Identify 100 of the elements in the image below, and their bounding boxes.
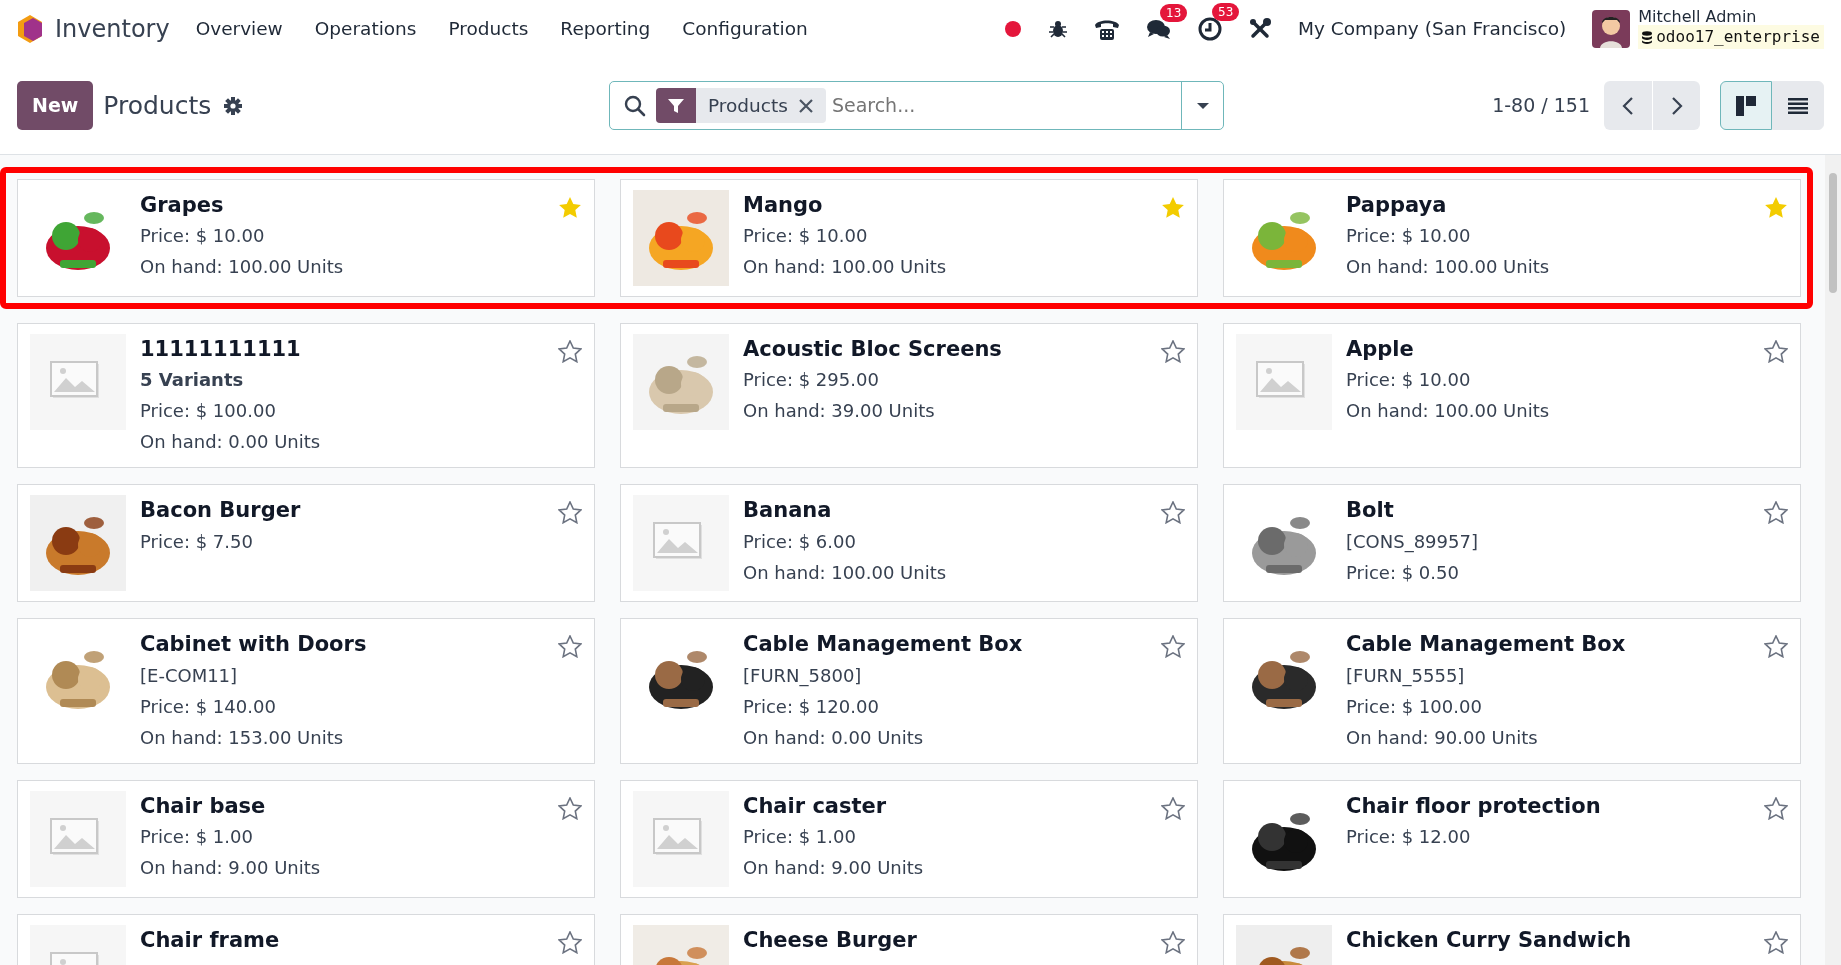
star-icon[interactable] xyxy=(1161,501,1185,525)
avatar[interactable] xyxy=(1592,9,1631,48)
star-icon[interactable] xyxy=(1161,930,1185,954)
filter-facet[interactable]: Products xyxy=(656,88,826,123)
star-icon[interactable] xyxy=(1764,930,1788,954)
product-detail: Price: $ 10.00 xyxy=(743,224,869,249)
product-detail: On hand: 100.00 Units xyxy=(1346,255,1551,280)
pager-value[interactable]: 1-80 / 151 xyxy=(1492,91,1590,120)
star-icon[interactable] xyxy=(558,796,582,820)
star-icon[interactable] xyxy=(558,635,582,659)
user-name[interactable]: Mitchell Admin xyxy=(1638,7,1824,26)
product-detail: On hand: 39.00 Units xyxy=(743,399,936,424)
menu-item[interactable]: Reporting xyxy=(560,14,651,43)
star-filled-icon[interactable] xyxy=(558,196,582,219)
product-name: Chicken Curry Sandwich xyxy=(1346,926,1632,954)
product-detail: On hand: 100.00 Units xyxy=(743,255,948,280)
star-icon[interactable] xyxy=(1764,635,1788,659)
product-name: Cable Management Box xyxy=(743,631,1023,659)
product-name: Apple xyxy=(1346,336,1414,363)
product-detail: Price: $ 295.00 xyxy=(743,368,880,393)
menu-item[interactable]: Overview xyxy=(195,14,283,43)
product-detail: Price: $ 100.00 xyxy=(1346,694,1483,719)
search-icon[interactable] xyxy=(624,94,646,117)
scrollbar[interactable] xyxy=(1825,155,1841,965)
product-card[interactable]: Bacon Burger Price: $ 7.50 xyxy=(17,484,595,603)
star-icon[interactable] xyxy=(1161,635,1185,659)
product-name: Mango xyxy=(743,192,823,219)
product-detail: On hand: 100.00 Units xyxy=(743,560,948,585)
product-detail: Price: $ 100.00 xyxy=(140,399,277,424)
app-name[interactable]: Inventory xyxy=(55,10,170,47)
close-icon[interactable] xyxy=(797,97,814,114)
product-name: Acoustic Bloc Screens xyxy=(743,336,1002,363)
product-detail: On hand: 0.00 Units xyxy=(140,430,322,455)
settings-icon[interactable] xyxy=(223,95,244,116)
menu-item[interactable]: Operations xyxy=(314,14,417,43)
product-card[interactable]: Cabinet with Doors [E-COM11] Price: $ 140.00 On hand: 153.00 Units xyxy=(17,618,595,764)
product-detail: Price: $ 1.00 xyxy=(743,825,857,850)
next-button[interactable] xyxy=(1652,81,1700,130)
product-card[interactable]: Cable Management Box [FURN_5555] Price: $ 100.00 On hand: 90.00 Units xyxy=(1223,618,1801,764)
record-dot-icon[interactable] xyxy=(1004,19,1022,38)
company-switcher[interactable]: My Company (San Francisco) xyxy=(1298,14,1567,43)
bug-icon[interactable] xyxy=(1048,18,1068,39)
product-card[interactable]: Chair frame xyxy=(17,913,595,965)
menu-item[interactable]: Configuration xyxy=(682,14,808,43)
product-name: Banana xyxy=(743,497,832,525)
product-detail: [FURN_5555] xyxy=(1346,663,1466,689)
star-icon[interactable] xyxy=(558,340,582,363)
product-name: Bacon Burger xyxy=(140,497,301,525)
product-detail: On hand: 0.00 Units xyxy=(743,725,925,750)
menu-item[interactable]: Products xyxy=(448,14,529,43)
product-card[interactable]: Chair caster Price: $ 1.00 On hand: 9.00 Units xyxy=(620,779,1198,898)
product-name: Chair frame xyxy=(140,926,280,954)
kanban-view-button[interactable] xyxy=(1720,81,1772,130)
count-badge: 53 xyxy=(1212,2,1240,21)
product-card[interactable]: Cable Management Box [FURN_5800] Price: $ 120.00 On hand: 0.00 Units xyxy=(620,618,1198,764)
star-icon[interactable] xyxy=(1161,340,1185,363)
search-field[interactable]: Products Search... xyxy=(609,81,1224,130)
tools-icon[interactable] xyxy=(1248,16,1272,41)
star-icon[interactable] xyxy=(1161,796,1185,820)
caret-icon xyxy=(1195,101,1210,110)
app-logo-icon[interactable] xyxy=(17,13,43,44)
product-detail: Price: $ 10.00 xyxy=(1346,368,1472,393)
chevron-right-icon xyxy=(1670,95,1683,116)
star-icon[interactable] xyxy=(558,930,582,954)
new-button[interactable]: New xyxy=(17,81,94,130)
product-detail: [CONS_89957] xyxy=(1346,529,1479,555)
product-card[interactable]: Grapes Price: $ 10.00 On hand: 100.00 Units xyxy=(17,179,595,297)
star-filled-icon[interactable] xyxy=(1161,196,1185,219)
database-icon xyxy=(1642,30,1653,44)
clock-icon[interactable] xyxy=(1198,16,1222,41)
star-icon[interactable] xyxy=(1764,340,1788,363)
product-card[interactable]: Apple Price: $ 10.00 On hand: 100.00 Units xyxy=(1223,323,1801,469)
product-card[interactable]: 11111111111 5 Variants Price: $ 100.00 On hand: 0.00 Units xyxy=(17,323,595,469)
product-detail: [E-COM11] xyxy=(140,663,239,688)
star-filled-icon[interactable] xyxy=(1764,196,1788,219)
product-detail: On hand: 9.00 Units xyxy=(743,856,925,881)
product-card[interactable]: Chair floor protection Price: $ 12.00 xyxy=(1223,779,1801,898)
product-card[interactable]: Pappaya Price: $ 10.00 On hand: 100.00 Units xyxy=(1223,179,1801,297)
product-card[interactable]: Bolt [CONS_89957] Price: $ 0.50 xyxy=(1223,484,1801,603)
product-detail: Price: $ 0.50 xyxy=(1346,560,1460,585)
star-icon[interactable] xyxy=(1764,796,1788,820)
product-detail: On hand: 153.00 Units xyxy=(140,725,345,750)
list-view-button[interactable] xyxy=(1772,81,1824,130)
chat-icon[interactable] xyxy=(1146,17,1172,40)
star-icon[interactable] xyxy=(1764,501,1788,525)
star-icon[interactable] xyxy=(558,501,582,525)
product-detail: [FURN_5800] xyxy=(743,663,863,689)
product-detail: On hand: 9.00 Units xyxy=(140,856,322,881)
product-card[interactable]: Mango Price: $ 10.00 On hand: 100.00 Units xyxy=(620,179,1198,297)
filter-icon xyxy=(667,96,685,115)
product-detail: Price: $ 10.00 xyxy=(1346,224,1472,249)
product-detail: On hand: 90.00 Units xyxy=(1346,725,1539,750)
product-card[interactable]: Acoustic Bloc Screens Price: $ 295.00 On hand: 39.00 Units xyxy=(620,323,1198,469)
count-badge: 13 xyxy=(1160,3,1188,22)
product-card[interactable]: Banana Price: $ 6.00 On hand: 100.00 Units xyxy=(620,484,1198,603)
product-name: Chair base xyxy=(140,792,266,820)
product-card[interactable]: Chair base Price: $ 1.00 On hand: 9.00 Units xyxy=(17,779,595,898)
product-name: Chair floor protection xyxy=(1346,792,1601,820)
product-card[interactable]: Chicken Curry Sandwich xyxy=(1223,913,1801,965)
product-card[interactable]: Cheese Burger xyxy=(620,913,1198,965)
